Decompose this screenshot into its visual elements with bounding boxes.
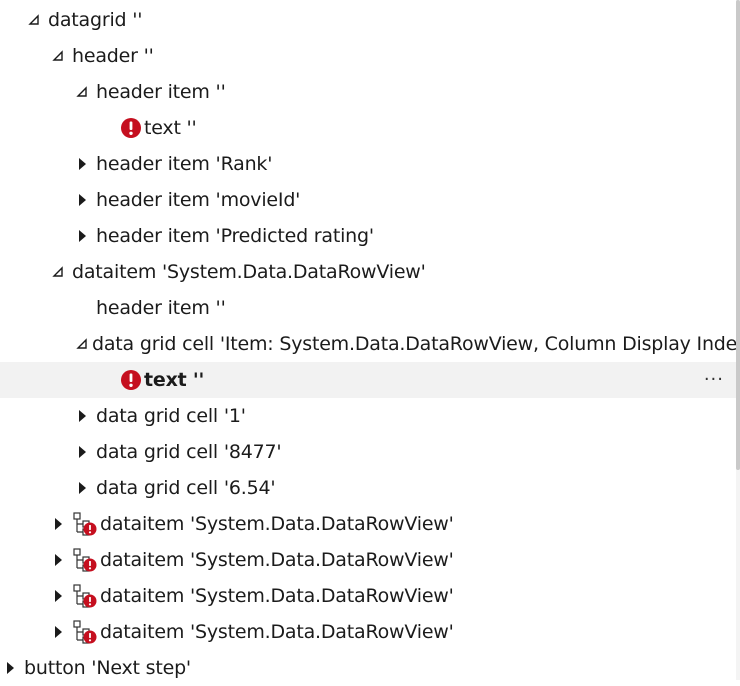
- tree-row-label: dataitem 'System.Data.DataRowView': [100, 621, 454, 643]
- expand-arrow-icon[interactable]: [72, 182, 92, 218]
- more-options-button[interactable]: ···: [704, 362, 724, 398]
- tree-row-label: header '': [72, 45, 154, 67]
- tree-row-label: data grid cell '6.54': [96, 477, 276, 499]
- tree-row-label: text '': [144, 117, 197, 139]
- tree-row-dataitem-2[interactable]: dataitem 'System.Data.DataRowView': [0, 506, 736, 542]
- tree-row-header-item-rank[interactable]: header item 'Rank': [0, 146, 736, 182]
- tree-row-label: button 'Next step': [24, 657, 191, 679]
- tree-row-dataitem-header-item[interactable]: header item '': [0, 290, 736, 326]
- expand-arrow-icon[interactable]: [48, 506, 68, 542]
- tree-row-label: dataitem 'System.Data.DataRowView': [100, 513, 454, 535]
- tree-row-text-selected[interactable]: text '' ···: [0, 362, 736, 398]
- expand-arrow-icon[interactable]: [72, 146, 92, 182]
- tree-row-button-next-step[interactable]: button 'Next step': [0, 650, 736, 686]
- tree-row-header-item-predicted-rating[interactable]: header item 'Predicted rating': [0, 218, 736, 254]
- tree-row-dataitem-expanded[interactable]: dataitem 'System.Data.DataRowView': [0, 254, 736, 290]
- collapse-arrow-icon[interactable]: [48, 254, 68, 290]
- tree-row-dataitem-4[interactable]: dataitem 'System.Data.DataRowView': [0, 578, 736, 614]
- tree-error-icon: [72, 583, 98, 609]
- tree-row-label: header item '': [96, 81, 226, 103]
- vertical-scrollbar[interactable]: [736, 0, 740, 680]
- tree-row-label: data grid cell '1': [96, 405, 246, 427]
- tree-row-dataitem-5[interactable]: dataitem 'System.Data.DataRowView': [0, 614, 736, 650]
- expand-arrow-icon[interactable]: [72, 218, 92, 254]
- tree-row-label: header item '': [96, 297, 226, 319]
- tree-row-label: text '': [144, 369, 205, 391]
- tree-row-label: header item 'Predicted rating': [96, 225, 374, 247]
- tree-row-dataitem-3[interactable]: dataitem 'System.Data.DataRowView': [0, 542, 736, 578]
- expand-arrow-icon[interactable]: [48, 578, 68, 614]
- error-icon: [120, 117, 142, 139]
- tree-row-label: dataitem 'System.Data.DataRowView': [72, 261, 426, 283]
- expand-arrow-icon[interactable]: [72, 470, 92, 506]
- collapse-arrow-icon[interactable]: [24, 2, 44, 38]
- tree-row-data-grid-cell-1[interactable]: data grid cell '1': [0, 398, 736, 434]
- tree-row-header[interactable]: header '': [0, 38, 736, 74]
- expand-arrow-icon[interactable]: [48, 614, 68, 650]
- tree-row-data-grid-cell-item[interactable]: data grid cell 'Item: System.Data.DataRo…: [0, 326, 736, 362]
- expand-arrow-icon[interactable]: [0, 650, 20, 686]
- expand-arrow-icon[interactable]: [72, 398, 92, 434]
- tree-row-label: data grid cell '8477': [96, 441, 282, 463]
- collapse-arrow-icon[interactable]: [72, 326, 92, 362]
- tree-error-icon: [72, 547, 98, 573]
- tree-row-data-grid-cell-8477[interactable]: data grid cell '8477': [0, 434, 736, 470]
- tree-row-header-item-empty[interactable]: header item '': [0, 74, 736, 110]
- tree-row-text-error[interactable]: text '': [0, 110, 736, 146]
- tree-row-label: datagrid '': [48, 9, 143, 31]
- accessibility-tree: datagrid '' header '' header item '' tex…: [0, 0, 740, 680]
- scrollbar-thumb[interactable]: [736, 0, 740, 470]
- tree-row-label: header item 'movieId': [96, 189, 301, 211]
- tree-row-datagrid[interactable]: datagrid '': [0, 2, 736, 38]
- collapse-arrow-icon[interactable]: [48, 38, 68, 74]
- tree-row-label: header item 'Rank': [96, 153, 273, 175]
- error-icon: [120, 369, 142, 391]
- tree-row-data-grid-cell-6-54[interactable]: data grid cell '6.54': [0, 470, 736, 506]
- tree-row-label: dataitem 'System.Data.DataRowView': [100, 585, 454, 607]
- expand-arrow-icon[interactable]: [48, 542, 68, 578]
- tree-row-label: dataitem 'System.Data.DataRowView': [100, 549, 454, 571]
- tree-error-icon: [72, 619, 98, 645]
- collapse-arrow-icon[interactable]: [72, 74, 92, 110]
- tree-row-label: data grid cell 'Item: System.Data.DataRo…: [92, 333, 736, 355]
- tree-error-icon: [72, 511, 98, 537]
- tree-row-header-item-movieid[interactable]: header item 'movieId': [0, 182, 736, 218]
- expand-arrow-icon[interactable]: [72, 434, 92, 470]
